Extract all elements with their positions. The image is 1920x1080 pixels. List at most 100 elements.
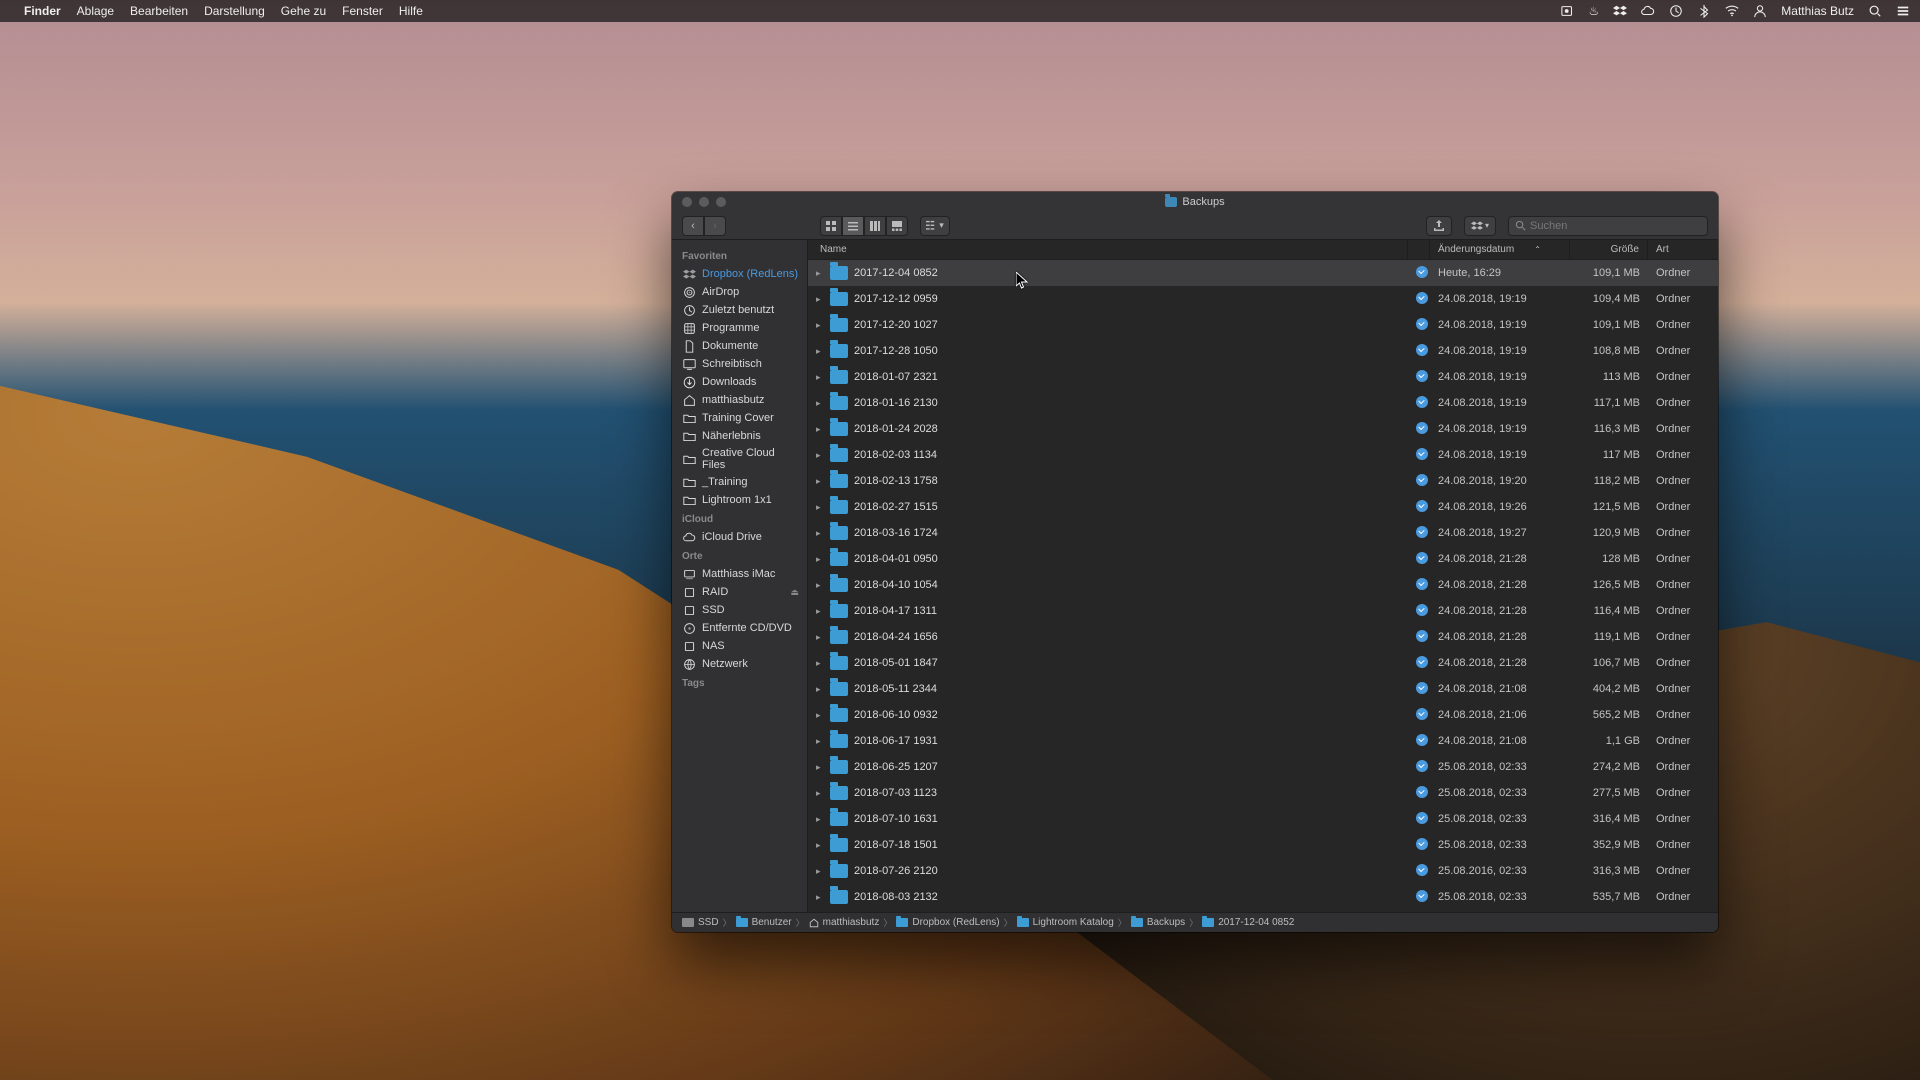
file-row[interactable]: ▸2018-06-17 193124.08.2018, 21:081,1 GBO…: [808, 728, 1718, 754]
sidebar-item[interactable]: NAS: [672, 637, 807, 655]
disclosure-triangle-icon[interactable]: ▸: [816, 528, 824, 539]
column-name[interactable]: Name: [808, 240, 1408, 259]
path-item[interactable]: Lightroom Katalog: [1017, 917, 1114, 928]
disclosure-triangle-icon[interactable]: ▸: [816, 814, 824, 825]
sidebar-item[interactable]: Schreibtisch: [672, 355, 807, 373]
disclosure-triangle-icon[interactable]: ▸: [816, 450, 824, 461]
sidebar-item[interactable]: Netzwerk: [672, 655, 807, 673]
file-row[interactable]: ▸2018-03-16 172424.08.2018, 19:27120,9 M…: [808, 520, 1718, 546]
disclosure-triangle-icon[interactable]: ▸: [816, 372, 824, 383]
titlebar[interactable]: Backups: [672, 192, 1718, 212]
sidebar-item[interactable]: _Training: [672, 473, 807, 491]
menuextra-dropbox-icon[interactable]: [1613, 4, 1627, 18]
file-row[interactable]: ▸2017-12-12 095924.08.2018, 19:19109,4 M…: [808, 286, 1718, 312]
sidebar-item[interactable]: Programme: [672, 319, 807, 337]
menu-hilfe[interactable]: Hilfe: [399, 4, 423, 18]
view-gallery-button[interactable]: [886, 216, 908, 236]
file-row[interactable]: ▸2018-02-03 113424.08.2018, 19:19117 MBO…: [808, 442, 1718, 468]
disclosure-triangle-icon[interactable]: ▸: [816, 268, 824, 279]
column-size[interactable]: Größe: [1570, 240, 1648, 259]
disclosure-triangle-icon[interactable]: ▸: [816, 294, 824, 305]
menuextra-recording-icon[interactable]: [1561, 4, 1575, 18]
path-item[interactable]: SSD: [682, 917, 719, 928]
search-input[interactable]: [1530, 220, 1701, 232]
path-item[interactable]: matthiasbutz: [809, 917, 880, 928]
sidebar-item[interactable]: SSD: [672, 601, 807, 619]
sidebar-item[interactable]: iCloud Drive: [672, 528, 807, 546]
file-row[interactable]: ▸2018-06-25 120725.08.2018, 02:33274,2 M…: [808, 754, 1718, 780]
menuextra-timemachine-icon[interactable]: [1669, 4, 1683, 18]
file-row[interactable]: ▸2018-07-26 212025.08.2016, 02:33316,3 M…: [808, 858, 1718, 884]
view-icon-button[interactable]: [820, 216, 842, 236]
sidebar-item[interactable]: Zuletzt benutzt: [672, 301, 807, 319]
file-row[interactable]: ▸2018-05-11 234424.08.2018, 21:08404,2 M…: [808, 676, 1718, 702]
file-row[interactable]: ▸2017-12-28 105024.08.2018, 19:19108,8 M…: [808, 338, 1718, 364]
minimize-window-button[interactable]: [699, 197, 709, 207]
disclosure-triangle-icon[interactable]: ▸: [816, 502, 824, 513]
menuextra-wifi-icon[interactable]: [1725, 4, 1739, 18]
menuextra-username[interactable]: Matthias Butz: [1781, 4, 1854, 18]
file-row[interactable]: ▸2017-12-20 102724.08.2018, 19:19109,1 M…: [808, 312, 1718, 338]
eject-icon[interactable]: ⏏: [790, 587, 799, 598]
file-row[interactable]: ▸2018-04-10 105424.08.2018, 21:28126,5 M…: [808, 572, 1718, 598]
sidebar-item[interactable]: Creative Cloud Files: [672, 445, 807, 473]
file-row[interactable]: ▸2018-01-16 213024.08.2018, 19:19117,1 M…: [808, 390, 1718, 416]
disclosure-triangle-icon[interactable]: ▸: [816, 866, 824, 877]
path-item[interactable]: Benutzer: [736, 917, 792, 928]
disclosure-triangle-icon[interactable]: ▸: [816, 762, 824, 773]
disclosure-triangle-icon[interactable]: ▸: [816, 320, 824, 331]
menuextra-bluetooth-icon[interactable]: [1697, 4, 1711, 18]
sidebar-item[interactable]: AirDrop: [672, 283, 807, 301]
sidebar-item[interactable]: matthiasbutz: [672, 391, 807, 409]
menu-ablage[interactable]: Ablage: [77, 4, 114, 18]
menuextra-cc-icon[interactable]: [1641, 4, 1655, 18]
sidebar-item[interactable]: Näherlebnis: [672, 427, 807, 445]
file-row[interactable]: ▸2018-08-03 213225.08.2018, 02:33535,7 M…: [808, 884, 1718, 910]
view-list-button[interactable]: [842, 216, 864, 236]
file-row[interactable]: ▸2018-07-10 163125.08.2018, 02:33316,4 M…: [808, 806, 1718, 832]
arrange-button[interactable]: ▾: [920, 216, 950, 236]
sidebar-item[interactable]: Dropbox (RedLens): [672, 265, 807, 283]
path-item[interactable]: Dropbox (RedLens): [896, 917, 999, 928]
disclosure-triangle-icon[interactable]: ▸: [816, 684, 824, 695]
search-field[interactable]: [1508, 216, 1708, 236]
zoom-window-button[interactable]: [716, 197, 726, 207]
disclosure-triangle-icon[interactable]: ▸: [816, 892, 824, 903]
menuextra-spotlight-icon[interactable]: [1868, 4, 1882, 18]
sidebar-item[interactable]: Matthiass iMac: [672, 565, 807, 583]
disclosure-triangle-icon[interactable]: ▸: [816, 398, 824, 409]
file-row[interactable]: ▸2018-05-01 184724.08.2018, 21:28106,7 M…: [808, 650, 1718, 676]
file-row[interactable]: ▸2018-01-07 232124.08.2018, 19:19113 MBO…: [808, 364, 1718, 390]
file-row[interactable]: ▸2018-06-10 093224.08.2018, 21:06565,2 M…: [808, 702, 1718, 728]
file-row[interactable]: ▸2018-04-24 165624.08.2018, 21:28119,1 M…: [808, 624, 1718, 650]
file-row[interactable]: ▸2018-07-18 150125.08.2018, 02:33352,9 M…: [808, 832, 1718, 858]
disclosure-triangle-icon[interactable]: ▸: [816, 346, 824, 357]
menu-fenster[interactable]: Fenster: [342, 4, 383, 18]
view-column-button[interactable]: [864, 216, 886, 236]
forward-button[interactable]: ›: [704, 216, 726, 236]
disclosure-triangle-icon[interactable]: ▸: [816, 840, 824, 851]
file-row[interactable]: ▸2018-01-24 202824.08.2018, 19:19116,3 M…: [808, 416, 1718, 442]
file-rows[interactable]: ▸2017-12-04 0852Heute, 16:29109,1 MBOrdn…: [808, 260, 1718, 912]
share-button[interactable]: [1426, 216, 1452, 236]
disclosure-triangle-icon[interactable]: ▸: [816, 554, 824, 565]
menuextra-flame-icon[interactable]: ♨: [1589, 4, 1600, 18]
file-row[interactable]: ▸2018-04-01 095024.08.2018, 21:28128 MBO…: [808, 546, 1718, 572]
sidebar-item[interactable]: Training Cover: [672, 409, 807, 427]
column-date[interactable]: Änderungsdatum⌃: [1430, 240, 1570, 259]
disclosure-triangle-icon[interactable]: ▸: [816, 788, 824, 799]
file-row[interactable]: ▸2017-12-04 0852Heute, 16:29109,1 MBOrdn…: [808, 260, 1718, 286]
close-window-button[interactable]: [682, 197, 692, 207]
dropbox-toolbar-button[interactable]: ▾: [1464, 216, 1496, 236]
menu-bearbeiten[interactable]: Bearbeiten: [130, 4, 188, 18]
disclosure-triangle-icon[interactable]: ▸: [816, 476, 824, 487]
menu-geh-zu[interactable]: Gehe zu: [281, 4, 326, 18]
sidebar-item[interactable]: RAID⏏: [672, 583, 807, 601]
sidebar-item[interactable]: Dokumente: [672, 337, 807, 355]
disclosure-triangle-icon[interactable]: ▸: [816, 424, 824, 435]
path-item[interactable]: 2017-12-04 0852: [1202, 917, 1294, 928]
disclosure-triangle-icon[interactable]: ▸: [816, 632, 824, 643]
column-kind[interactable]: Art: [1648, 240, 1704, 259]
disclosure-triangle-icon[interactable]: ▸: [816, 736, 824, 747]
disclosure-triangle-icon[interactable]: ▸: [816, 580, 824, 591]
